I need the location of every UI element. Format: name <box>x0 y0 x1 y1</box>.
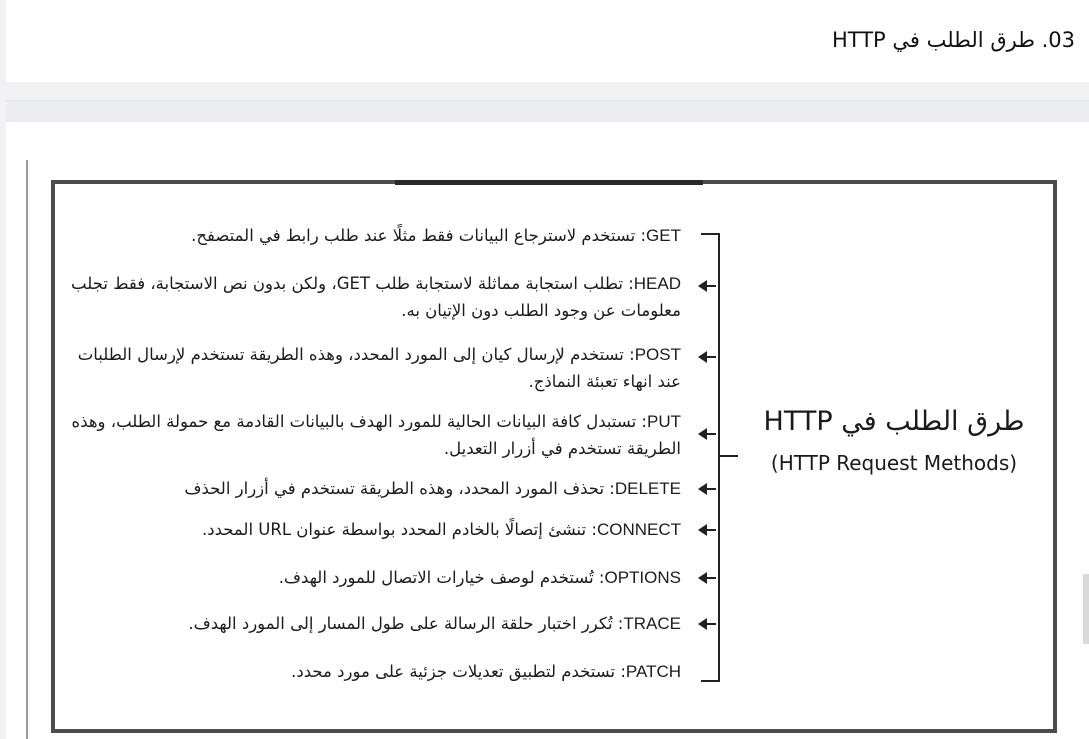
arrow-post <box>698 351 716 363</box>
method-head: HEAD: تطلب استجابة مماثلة لاستجابة طلب G… <box>61 270 681 324</box>
method-description: : تطلب استجابة مماثلة لاستجابة طلب GET، … <box>71 274 681 320</box>
method-description: : تحذف المورد المحدد، وهذه الطريقة تستخد… <box>184 479 615 498</box>
method-description: : تنشئ إتصالًا بالخادم المحدد بواسطة عنو… <box>201 520 597 539</box>
arrow-delete <box>698 483 716 495</box>
method-post: POST: تستخدم لإرسال كيان إلى المورد المح… <box>61 341 681 395</box>
arrow-options <box>698 572 716 584</box>
method-patch: PATCH: تستخدم لتطبيق تعديلات جزئية على م… <box>61 658 681 685</box>
method-bracket <box>701 233 720 682</box>
heading-panel: 03. طرق الطلب في HTTP <box>6 0 1089 82</box>
diagram-title: طرق الطلب في HTTP <box>763 406 1025 437</box>
method-name: GET <box>646 226 681 245</box>
method-name: PUT <box>647 412 681 431</box>
method-trace: TRACE: تُكرر اختبار حلقة الرسالة على طول… <box>61 610 681 637</box>
section-heading: 03. طرق الطلب في HTTP <box>831 28 1075 52</box>
diagram-subtitle: (HTTP Request Methods) <box>770 451 1018 475</box>
frame-accent-bar <box>395 180 703 185</box>
method-name: TRACE <box>623 614 681 633</box>
method-put: PUT: تستبدل كافة البيانات الحالية للمورد… <box>61 408 681 462</box>
arrow-connect <box>698 524 716 536</box>
method-connect: CONNECT: تنشئ إتصالًا بالخادم المحدد بوا… <box>61 516 681 543</box>
method-options: OPTIONS: تُستخدم لوصف خيارات الاتصال للم… <box>61 564 681 591</box>
arrow-head <box>698 280 716 292</box>
method-description: : تستبدل كافة البيانات الحالية للمورد ال… <box>71 412 681 458</box>
method-description: : تُستخدم لوصف خيارات الاتصال للمورد اله… <box>278 568 605 587</box>
bracket-stem <box>718 455 738 457</box>
method-description: : تستخدم لتطبيق تعديلات جزئية على مورد م… <box>291 662 626 681</box>
method-description: : تُكرر اختبار حلقة الرسالة على طول المس… <box>188 614 624 633</box>
method-delete: DELETE: تحذف المورد المحدد، وهذه الطريقة… <box>61 475 681 502</box>
method-name: OPTIONS <box>604 568 681 587</box>
method-name: CONNECT <box>596 520 681 539</box>
scrollbar[interactable] <box>1083 574 1089 644</box>
method-description: : تستخدم لإرسال كيان إلى المورد المحدد، … <box>77 345 681 391</box>
method-name: HEAD <box>633 274 681 293</box>
arrow-put <box>698 428 716 440</box>
divider-band <box>6 100 1089 123</box>
method-name: POST <box>634 345 681 364</box>
method-name: DELETE <box>614 479 681 498</box>
method-description: : تستخدم لاسترجاع البيانات فقط مثلًا عند… <box>191 226 647 245</box>
method-name: PATCH <box>625 662 681 681</box>
quote-rule <box>26 160 28 739</box>
arrow-trace <box>698 618 716 630</box>
method-get: GET: تستخدم لاسترجاع البيانات فقط مثلًا … <box>61 222 681 249</box>
